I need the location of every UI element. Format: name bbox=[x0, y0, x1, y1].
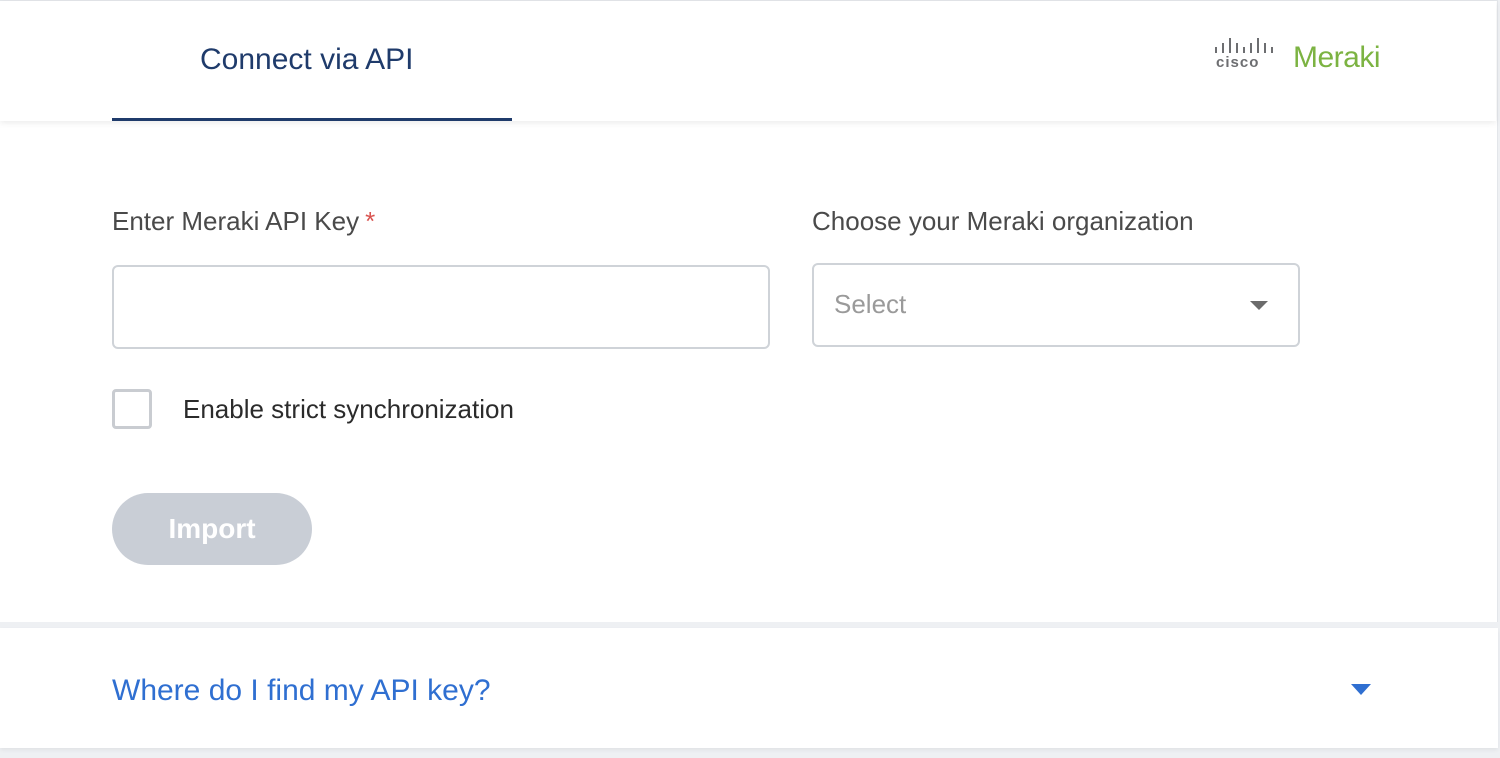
api-key-help-accordion[interactable]: Where do I find my API key? bbox=[0, 628, 1498, 748]
organization-select[interactable]: Select bbox=[812, 263, 1300, 347]
caret-down-icon[interactable] bbox=[1351, 684, 1371, 695]
tab-connect-via-api[interactable]: Connect via API bbox=[112, 1, 512, 121]
meraki-wordmark: Meraki bbox=[1293, 41, 1381, 74]
cisco-wordmark: cisco bbox=[1216, 54, 1260, 71]
strict-sync-label[interactable]: Enable strict synchronization bbox=[183, 394, 514, 425]
organization-select-value: Select bbox=[834, 289, 907, 319]
tab-label: Connect via API bbox=[200, 43, 414, 76]
import-button[interactable]: Import bbox=[112, 493, 312, 565]
caret-down-icon bbox=[1250, 301, 1268, 310]
api-key-label-text: Enter Meraki API Key bbox=[112, 206, 360, 236]
api-key-help-link[interactable]: Where do I find my API key? bbox=[112, 674, 491, 708]
api-key-input[interactable] bbox=[112, 265, 770, 349]
cisco-bars-icon bbox=[1215, 38, 1273, 53]
page: Connect via API cisco Meraki Enter Merak… bbox=[0, 0, 1500, 758]
api-key-label: Enter Meraki API Key * bbox=[112, 206, 375, 237]
required-marker: * bbox=[365, 206, 376, 236]
strict-sync-checkbox[interactable] bbox=[112, 389, 152, 429]
header: Connect via API cisco Meraki bbox=[0, 1, 1496, 121]
connect-card: Connect via API cisco Meraki Enter Merak… bbox=[0, 0, 1498, 622]
organization-label: Choose your Meraki organization bbox=[812, 206, 1194, 236]
cisco-meraki-logo: cisco Meraki bbox=[1212, 35, 1392, 79]
